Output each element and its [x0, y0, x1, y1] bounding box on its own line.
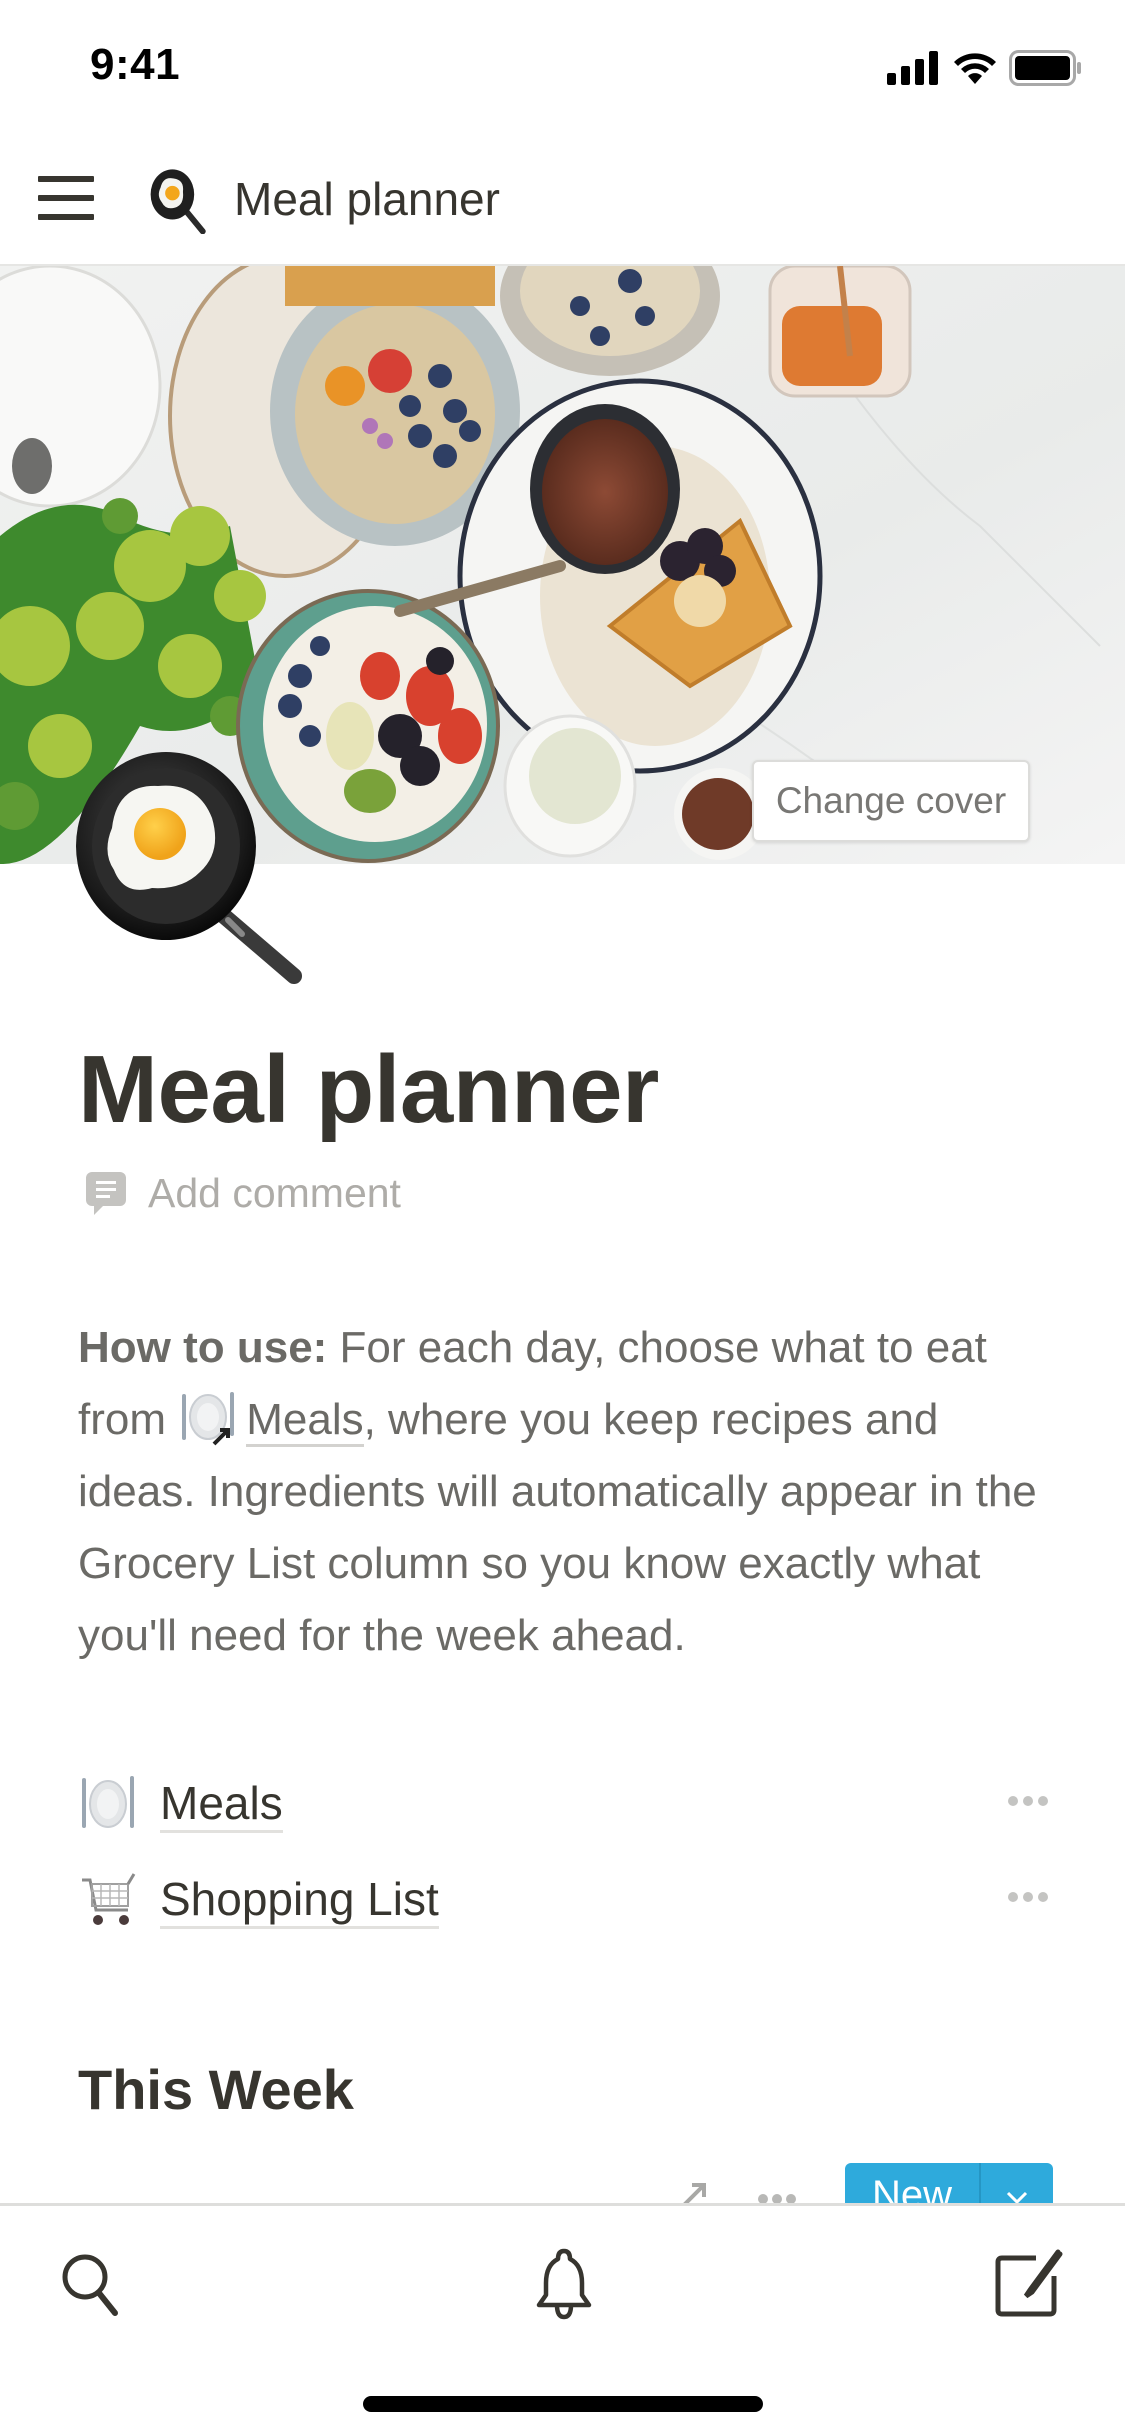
- home-indicator: [363, 2396, 763, 2412]
- comment-icon: [86, 1171, 126, 1215]
- cooking-pan-icon: [150, 169, 206, 234]
- wifi-icon: [954, 53, 996, 84]
- database-more-icon[interactable]: [758, 2194, 796, 2203]
- status-bar: 9:41: [0, 0, 1125, 130]
- change-cover-button[interactable]: Change cover: [752, 760, 1030, 842]
- more-options-icon[interactable]: [1008, 1892, 1048, 1902]
- top-nav-bar: Meal planner: [0, 130, 1125, 266]
- bell-icon: [536, 2248, 592, 2320]
- tab-search[interactable]: [52, 2244, 132, 2324]
- add-comment-label: Add comment: [148, 1170, 401, 1216]
- status-icons: [887, 50, 1083, 86]
- shopping-cart-icon: [82, 1873, 136, 1925]
- plate-cutlery-icon: [82, 1776, 134, 1828]
- page-link-meals[interactable]: Meals: [78, 1764, 1048, 1844]
- new-entry-button[interactable]: New: [845, 2163, 1053, 2203]
- hamburger-menu-icon[interactable]: [38, 172, 94, 224]
- search-icon: [62, 2254, 118, 2316]
- page-link-label: Shopping List: [160, 1872, 439, 1929]
- tab-notifications[interactable]: [524, 2244, 604, 2324]
- page-link-shopping-list[interactable]: Shopping List: [78, 1860, 1048, 1940]
- compose-icon: [995, 2249, 1063, 2317]
- page-title[interactable]: Meal planner: [78, 1035, 659, 1145]
- page-icon-cooking-pan[interactable]: [72, 748, 312, 988]
- how-to-use-lead: How to use:: [78, 1323, 328, 1372]
- tab-new-page[interactable]: [988, 2244, 1068, 2324]
- cellular-signal-icon: [887, 51, 938, 85]
- chevron-down-icon[interactable]: [981, 2163, 1053, 2203]
- how-to-use-paragraph: How to use: For each day, choose what to…: [78, 1312, 1058, 1672]
- add-comment-button[interactable]: Add comment: [86, 1170, 401, 1217]
- plate-cutlery-icon: [178, 1390, 238, 1446]
- battery-icon: [1009, 50, 1081, 86]
- page-link-label: Meals: [160, 1776, 283, 1833]
- status-time: 9:41: [90, 40, 181, 89]
- database-toolbar: New: [0, 2155, 1125, 2203]
- nav-page-title: Meal planner: [234, 173, 500, 225]
- section-heading-this-week: This Week: [78, 2058, 354, 2121]
- more-options-icon[interactable]: [1008, 1796, 1048, 1806]
- new-button-label: New: [845, 2163, 981, 2203]
- open-fullpage-icon[interactable]: [676, 2177, 712, 2203]
- meals-inline-link[interactable]: Meals: [246, 1395, 364, 1447]
